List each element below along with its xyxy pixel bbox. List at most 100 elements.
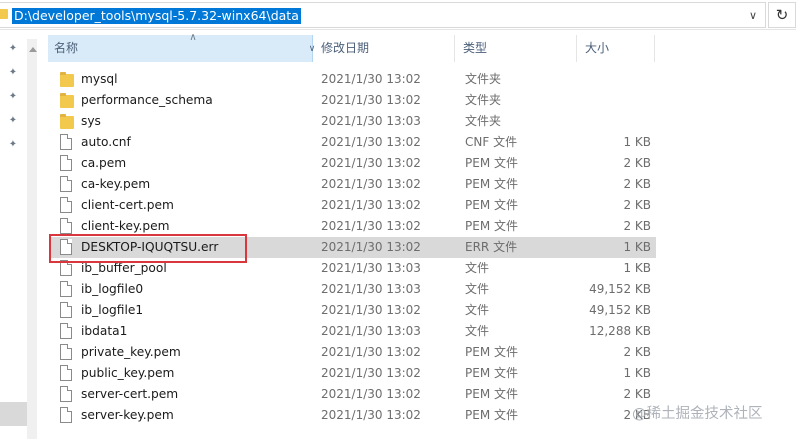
file-type: PEM 文件 <box>465 219 518 233</box>
file-date: 2021/1/30 13:03 <box>321 261 421 275</box>
file-row[interactable]: ibdata1 2021/1/30 13:03 文件 12,288 KB <box>50 321 656 342</box>
file-row[interactable]: server-key.pem 2021/1/30 13:02 PEM 文件 2 KB <box>50 405 656 426</box>
pin-icon[interactable]: ✦ <box>7 67 19 79</box>
file-icon <box>60 302 72 318</box>
file-name: ib_logfile0 <box>81 282 144 296</box>
file-row[interactable]: private_key.pem 2021/1/30 13:02 PEM 文件 2 KB <box>50 342 656 363</box>
file-size: 12,288 KB <box>589 324 651 338</box>
scroll-up-icon[interactable] <box>29 47 37 52</box>
file-name: ibdata1 <box>81 324 128 338</box>
file-type: PEM 文件 <box>465 177 518 191</box>
column-header-size-label: 大小 <box>585 41 610 55</box>
file-name: ca-key.pem <box>81 177 151 191</box>
file-size: 2 KB <box>623 198 651 212</box>
file-size <box>530 90 651 111</box>
file-size: 1 KB <box>623 135 651 149</box>
file-type: 文件 <box>465 303 490 317</box>
column-header-row: ∧ 名称 ∨ 修改日期 类型 大小 <box>40 32 660 62</box>
pin-icon[interactable]: ✦ <box>7 91 19 103</box>
column-header-date-label: 修改日期 <box>321 41 370 55</box>
file-type: 文件 <box>465 282 490 296</box>
file-row[interactable]: ca-key.pem 2021/1/30 13:02 PEM 文件 2 KB <box>50 174 656 195</box>
file-size: 49,152 KB <box>589 282 651 296</box>
file-icon <box>60 176 72 192</box>
file-size: 2 KB <box>623 219 651 233</box>
file-date: 2021/1/30 13:02 <box>321 93 421 107</box>
file-size: 49,152 KB <box>589 303 651 317</box>
file-date: 2021/1/30 13:02 <box>321 240 421 254</box>
column-header-name-label: 名称 <box>54 41 79 55</box>
file-row[interactable]: auto.cnf 2021/1/30 13:02 CNF 文件 1 KB <box>50 132 656 153</box>
file-type: PEM 文件 <box>465 366 518 380</box>
sort-ascending-icon: ∧ <box>189 32 197 43</box>
file-size: 2 KB <box>623 177 651 191</box>
file-date: 2021/1/30 13:02 <box>321 156 421 170</box>
file-row[interactable]: performance_schema 2021/1/30 13:02 文件夹 <box>50 90 656 111</box>
file-date: 2021/1/30 13:02 <box>321 135 421 149</box>
file-name: auto.cnf <box>81 135 131 149</box>
file-row[interactable]: server-cert.pem 2021/1/30 13:02 PEM 文件 2 KB <box>50 384 656 405</box>
folder-icon <box>60 93 74 108</box>
pin-icon[interactable]: ✦ <box>7 43 19 55</box>
file-date: 2021/1/30 13:02 <box>321 219 421 233</box>
folder-icon <box>60 72 74 87</box>
folder-icon <box>60 114 74 129</box>
column-header-date[interactable]: 修改日期 <box>315 35 455 62</box>
file-icon <box>60 407 72 423</box>
file-name: mysql <box>81 72 118 86</box>
file-size: 1 KB <box>623 366 651 380</box>
file-size <box>530 69 651 90</box>
file-row[interactable]: ib_logfile1 2021/1/30 13:02 文件 49,152 KB <box>50 300 656 321</box>
column-header-type[interactable]: 类型 <box>457 35 577 62</box>
column-header-size[interactable]: 大小 <box>579 35 655 62</box>
file-date: 2021/1/30 13:02 <box>321 198 421 212</box>
file-type: 文件夹 <box>465 72 502 86</box>
file-name: performance_schema <box>81 93 213 107</box>
highlight-annotation-box <box>49 234 247 263</box>
file-type: PEM 文件 <box>465 408 518 422</box>
file-date: 2021/1/30 13:02 <box>321 345 421 359</box>
file-name: public_key.pem <box>81 366 175 380</box>
pin-icon[interactable]: ✦ <box>7 115 19 127</box>
file-type: ERR 文件 <box>465 240 518 254</box>
column-header-type-label: 类型 <box>463 41 488 55</box>
refresh-icon: ↻ <box>775 6 789 24</box>
file-row[interactable]: public_key.pem 2021/1/30 13:02 PEM 文件 1 KB <box>50 363 656 384</box>
file-date: 2021/1/30 13:02 <box>321 366 421 380</box>
address-field[interactable]: D:\developer_tools\mysql-5.7.32-winx64\d… <box>0 2 766 28</box>
file-name: server-cert.pem <box>81 387 179 401</box>
file-icon <box>60 134 72 150</box>
file-row[interactable]: client-cert.pem 2021/1/30 13:02 PEM 文件 2 KB <box>50 195 656 216</box>
file-size: 2 KB <box>623 345 651 359</box>
file-type: 文件夹 <box>465 114 502 128</box>
file-size: 2 KB <box>623 387 651 401</box>
column-header-name[interactable]: ∧ 名称 ∨ <box>48 32 315 62</box>
file-row[interactable]: ca.pem 2021/1/30 13:02 PEM 文件 2 KB <box>50 153 656 174</box>
file-type: PEM 文件 <box>465 198 518 212</box>
file-name: ca.pem <box>81 156 127 170</box>
file-icon <box>60 218 72 234</box>
file-type: PEM 文件 <box>465 387 518 401</box>
file-type: PEM 文件 <box>465 345 518 359</box>
file-name: ib_logfile1 <box>81 303 144 317</box>
file-type: 文件 <box>465 261 490 275</box>
file-icon <box>60 344 72 360</box>
file-date: 2021/1/30 13:02 <box>321 387 421 401</box>
file-type: PEM 文件 <box>465 156 518 170</box>
file-row[interactable]: ib_logfile0 2021/1/30 13:03 文件 49,152 KB <box>50 279 656 300</box>
file-icon <box>60 281 72 297</box>
watermark: @稀土掘金技术社区 <box>632 406 763 422</box>
address-path[interactable]: D:\developer_tools\mysql-5.7.32-winx64\d… <box>12 8 301 24</box>
file-date: 2021/1/30 13:02 <box>321 408 421 422</box>
nav-scrollbar[interactable] <box>27 39 37 439</box>
file-icon <box>60 365 72 381</box>
chevron-down-icon[interactable]: ∨ <box>742 5 764 27</box>
file-name: server-key.pem <box>81 408 174 422</box>
file-name: client-cert.pem <box>81 198 174 212</box>
file-icon <box>60 155 72 171</box>
refresh-button[interactable]: ↻ <box>768 2 796 28</box>
file-row[interactable]: sys 2021/1/30 13:03 文件夹 <box>50 111 656 132</box>
navigation-pane: ✦ ✦ ✦ ✦ ✦ <box>0 31 38 439</box>
pin-icon[interactable]: ✦ <box>7 139 19 151</box>
file-row[interactable]: mysql 2021/1/30 13:02 文件夹 <box>50 69 656 90</box>
